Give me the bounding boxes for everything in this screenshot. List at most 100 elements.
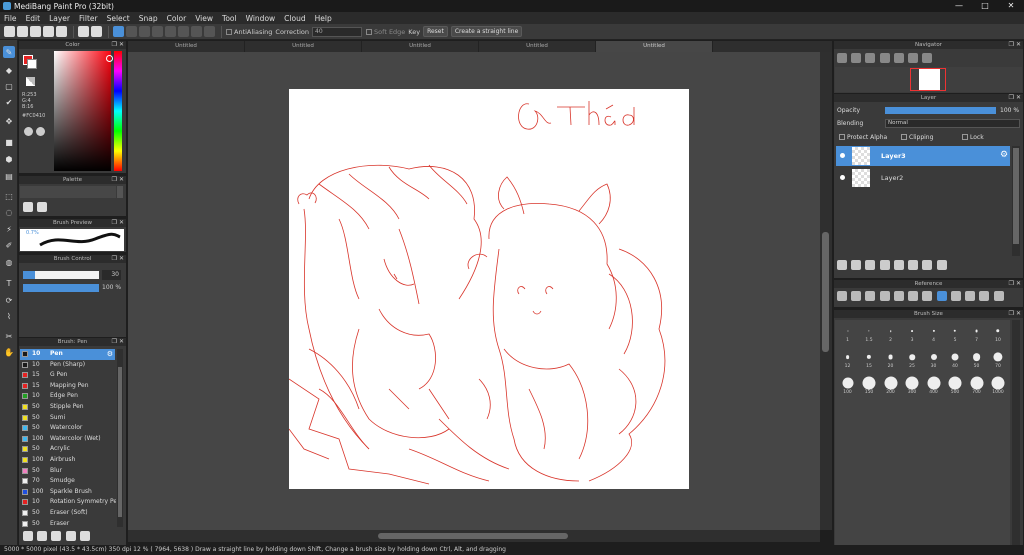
palette-scrollbar[interactable] [117, 186, 123, 198]
brush-size-option[interactable]: 3 [902, 323, 923, 344]
brush-item[interactable]: 15 Mapping Pen [20, 381, 115, 392]
new-1bit-layer-icon[interactable] [879, 260, 890, 270]
visibility-icon[interactable] [840, 153, 845, 158]
brush-size-value[interactable]: 30 [102, 270, 121, 280]
brush-size-option[interactable]: 7 [966, 323, 987, 344]
menu-view[interactable]: View [195, 14, 213, 23]
duplicate-layer-icon[interactable] [908, 260, 919, 270]
zoom-out-icon[interactable] [851, 53, 862, 63]
layer-opacity-slider[interactable] [885, 107, 996, 114]
brush-size-option[interactable]: 50 [966, 349, 987, 370]
rotate-right-icon[interactable] [922, 53, 933, 63]
lock-checkbox[interactable] [962, 134, 968, 140]
brush-item[interactable]: 50 Eraser [20, 519, 115, 527]
brush-size-scrollbar[interactable] [1012, 320, 1020, 545]
palette-swatches[interactable] [20, 186, 116, 198]
brush-item[interactable]: 50 Acrylic [20, 444, 115, 455]
brush-cloud-icon[interactable] [65, 531, 76, 541]
brush-size-option[interactable]: 700 [966, 375, 987, 396]
snap-curve-icon[interactable] [178, 26, 189, 37]
menu-color[interactable]: Color [167, 14, 187, 23]
magic-wand-icon[interactable]: ⚡ [3, 223, 15, 235]
flip-icon[interactable] [908, 53, 919, 63]
fill-tool-icon[interactable]: ■ [3, 136, 15, 148]
menu-help[interactable]: Help [315, 14, 332, 23]
brush-size-option[interactable]: 1000 [988, 375, 1009, 396]
brush-tool-icon[interactable]: ✎ [3, 46, 15, 58]
hand-tool-icon[interactable]: ✋ [3, 346, 15, 358]
minimize-button[interactable]: — [948, 0, 970, 12]
move-tool-icon[interactable]: ✥ [3, 115, 15, 127]
brush-item[interactable]: 50 Blur [20, 466, 115, 477]
brush-size-option[interactable]: 150 [859, 375, 880, 396]
brush-size-option[interactable]: 70 [988, 349, 1009, 370]
tab-untitled-1[interactable]: Untitled [128, 41, 245, 52]
brush-item[interactable]: 10 Rotation Symmetry Pen [20, 497, 116, 508]
dot-tool-icon[interactable]: ▢ [3, 80, 15, 92]
delete-brush-icon[interactable] [79, 531, 90, 541]
maximize-button[interactable]: □ [974, 0, 996, 12]
brush-item[interactable]: 50 Eraser (Soft) [20, 508, 115, 519]
menu-cloud[interactable]: Cloud [284, 14, 305, 23]
tab-untitled-2[interactable]: Untitled [245, 41, 362, 52]
brush-size-option[interactable]: 30 [923, 349, 944, 370]
brush-item[interactable]: 50 Stipple Pen [20, 402, 115, 413]
snap-radial-icon[interactable] [165, 26, 176, 37]
brush-size-option[interactable]: 2 [880, 323, 901, 344]
brush-size-option[interactable]: 400 [923, 375, 944, 396]
reference-open-icon[interactable] [837, 291, 847, 301]
brush-item[interactable]: 70 Smudge [20, 476, 115, 487]
fit-icon[interactable] [865, 53, 876, 63]
actual-size-icon[interactable] [879, 53, 890, 63]
vertical-scrollbar[interactable] [820, 52, 832, 530]
panel-close-icon[interactable]: ❐ ✕ [1009, 94, 1021, 102]
menu-filter[interactable]: Filter [79, 14, 98, 23]
snap-3d-icon[interactable] [191, 26, 202, 37]
panel-close-icon[interactable]: ❐ ✕ [1009, 41, 1021, 49]
menu-select[interactable]: Select [107, 14, 130, 23]
menu-tool[interactable]: Tool [222, 14, 237, 23]
color-wheel-icon[interactable] [24, 127, 33, 136]
close-button[interactable]: ✕ [1000, 0, 1022, 12]
tab-untitled-4[interactable]: Untitled [479, 41, 596, 52]
save-icon[interactable] [56, 26, 67, 37]
brush-size-option[interactable]: 12 [837, 349, 858, 370]
gradient-tool-icon[interactable]: ▤ [3, 170, 15, 182]
brush-list-scrollbar[interactable] [117, 349, 123, 527]
snap-concentric-icon[interactable] [152, 26, 163, 37]
check-tool-icon[interactable]: ✔ [3, 96, 15, 108]
delete-layer-icon[interactable] [936, 260, 947, 270]
layer-row-layer3[interactable]: Layer3 ⚙ [836, 146, 1010, 166]
reference-rotate-icon[interactable] [950, 291, 961, 301]
panel-close-icon[interactable]: ❐ ✕ [112, 176, 124, 184]
snap-parallel-icon[interactable] [126, 26, 137, 37]
reference-flip-icon[interactable] [965, 291, 976, 301]
panel-close-icon[interactable]: ❐ ✕ [112, 41, 124, 49]
reference-fit-icon[interactable] [893, 291, 904, 301]
chat-icon[interactable] [30, 26, 41, 37]
color-picker-area[interactable] [54, 51, 111, 171]
new-halftone-layer-icon[interactable] [851, 260, 862, 270]
horizontal-scrollbar[interactable] [128, 530, 820, 542]
brush-opacity-slider[interactable] [23, 284, 99, 292]
clipping-checkbox[interactable] [901, 134, 907, 140]
bucket-tool-icon[interactable]: ⬢ [3, 153, 15, 165]
menu-edit[interactable]: Edit [26, 14, 41, 23]
brush-item[interactable]: 100 Airbrush [20, 455, 115, 466]
eyedropper-icon[interactable]: ⌇ [3, 310, 15, 322]
protect-alpha-checkbox[interactable] [839, 134, 845, 140]
panel-close-icon[interactable]: ❐ ✕ [112, 338, 124, 346]
brush-size-option[interactable]: 40 [945, 349, 966, 370]
visibility-icon[interactable] [840, 175, 845, 180]
reference-hand-icon[interactable] [936, 291, 947, 301]
hue-slider[interactable] [114, 51, 122, 171]
eraser-tool-icon[interactable]: ◆ [3, 64, 15, 76]
lasso-tool-icon[interactable]: ◌ [3, 206, 15, 218]
undo-icon[interactable] [78, 26, 89, 37]
reset-button[interactable]: Reset [423, 26, 448, 37]
brush-settings-gear-icon[interactable]: ⚙ [107, 349, 113, 359]
brush-item[interactable]: 10 Edge Pen [20, 391, 115, 402]
brush-size-option[interactable]: 100 [837, 375, 858, 396]
reference-zoom-out-icon[interactable] [908, 291, 919, 301]
select-pen-icon[interactable]: ✐ [3, 239, 15, 251]
